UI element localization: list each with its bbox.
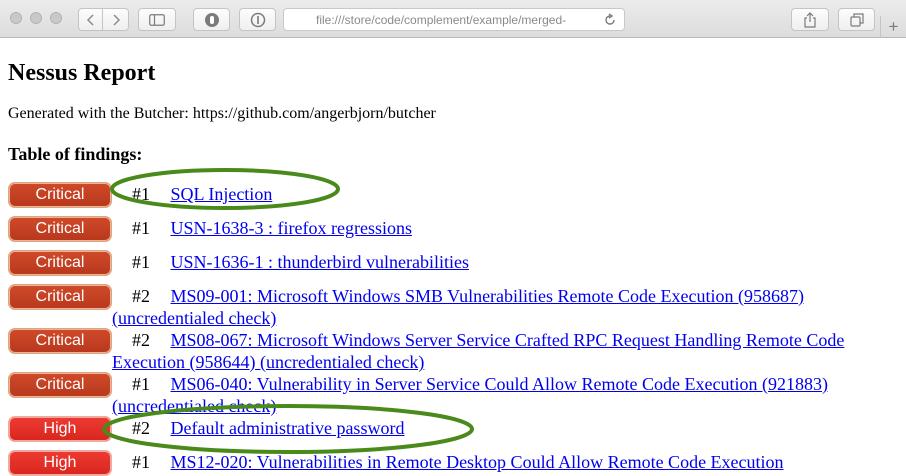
severity-badge: Critical bbox=[8, 216, 112, 242]
tabs-overview-button[interactable] bbox=[838, 8, 875, 31]
finding-row: Critical #2 MS09-001: Microsoft Windows … bbox=[8, 284, 898, 329]
share-icon bbox=[804, 11, 816, 28]
finding-row: Critical #1 USN-1636-1 : thunderbird vul… bbox=[8, 250, 898, 276]
info-icon bbox=[250, 12, 265, 27]
share-button[interactable] bbox=[791, 8, 829, 31]
finding-link[interactable]: MS12-020: Vulnerabilities in Remote Desk… bbox=[171, 452, 784, 472]
generated-line: Generated with the Butcher: https://gith… bbox=[8, 105, 436, 122]
address-bar[interactable]: file:///store/code/complement/example/me… bbox=[283, 8, 625, 31]
finding-link[interactable]: MS08-067: Microsoft Windows Server Servi… bbox=[112, 330, 844, 372]
finding-link[interactable]: USN-1638-3 : firefox regressions bbox=[171, 218, 412, 238]
finding-number: #1 bbox=[132, 184, 150, 204]
finding-number: #1 bbox=[132, 218, 150, 238]
finding-link[interactable]: Default administrative password bbox=[171, 418, 405, 438]
page-title: Nessus Report bbox=[8, 60, 156, 86]
finding-number: #2 bbox=[132, 418, 150, 438]
reload-icon[interactable] bbox=[603, 13, 617, 27]
finding-link[interactable]: USN-1636-1 : thunderbird vulnerabilities bbox=[171, 252, 469, 272]
table-heading: Table of findings: bbox=[8, 144, 143, 164]
close-window-icon[interactable] bbox=[10, 12, 22, 24]
minimize-window-icon[interactable] bbox=[30, 12, 42, 24]
finding-link[interactable]: MS06-040: Vulnerability in Server Servic… bbox=[112, 374, 828, 416]
finding-number: #1 bbox=[132, 452, 150, 472]
severity-badge: High bbox=[8, 450, 112, 476]
info-button[interactable] bbox=[239, 8, 276, 31]
forward-button[interactable] bbox=[103, 8, 129, 31]
finding-row: Critical #2 MS08-067: Microsoft Windows … bbox=[8, 328, 898, 373]
finding-row: High #1 MS12-020: Vulnerabilities in Rem… bbox=[8, 450, 898, 476]
severity-badge: Critical bbox=[8, 284, 112, 310]
severity-badge: High bbox=[8, 416, 112, 442]
finding-number: #2 bbox=[132, 286, 150, 306]
tabs-icon bbox=[849, 12, 864, 27]
finding-link[interactable]: SQL Injection bbox=[171, 184, 273, 204]
url-text: file:///store/code/complement/example/me… bbox=[316, 13, 567, 27]
sidebar-button[interactable] bbox=[138, 8, 176, 31]
sidebar-icon bbox=[149, 13, 165, 26]
privacy-button[interactable] bbox=[193, 8, 230, 31]
finding-number: #2 bbox=[132, 330, 150, 350]
chevron-left-icon bbox=[86, 13, 94, 26]
browser-toolbar: file:///store/code/complement/example/me… bbox=[0, 0, 906, 38]
finding-row: Critical #1 USN-1638-3 : firefox regress… bbox=[8, 216, 898, 242]
chevron-right-icon bbox=[112, 13, 120, 26]
finding-row: High #2 Default administrative password bbox=[8, 416, 898, 442]
severity-badge: Critical bbox=[8, 250, 112, 276]
finding-row: Critical #1 MS06-040: Vulnerability in S… bbox=[8, 372, 898, 417]
new-tab-button[interactable]: + bbox=[880, 16, 906, 38]
finding-number: #1 bbox=[132, 252, 150, 272]
back-button[interactable] bbox=[78, 8, 103, 31]
finding-number: #1 bbox=[132, 374, 150, 394]
severity-badge: Critical bbox=[8, 328, 112, 354]
severity-badge: Critical bbox=[8, 372, 112, 398]
severity-badge: Critical bbox=[8, 182, 112, 208]
finding-row: Critical #1 SQL Injection bbox=[8, 182, 898, 208]
zoom-window-icon[interactable] bbox=[50, 12, 62, 24]
hand-icon bbox=[204, 12, 219, 27]
finding-link[interactable]: MS09-001: Microsoft Windows SMB Vulnerab… bbox=[112, 286, 804, 328]
